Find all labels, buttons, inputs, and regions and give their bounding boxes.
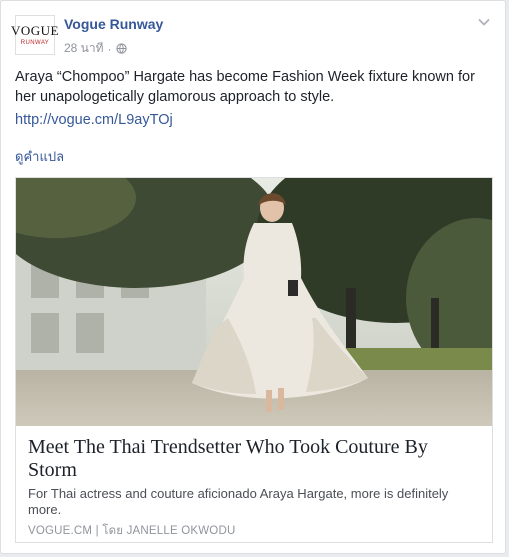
- meta-separator: ·: [107, 41, 112, 56]
- page-name-link[interactable]: Vogue Runway: [64, 16, 163, 32]
- post-timestamp[interactable]: 28 นาที: [64, 39, 104, 58]
- chevron-down-icon[interactable]: [477, 15, 491, 29]
- runway-photo: [16, 178, 492, 426]
- card-description: For Thai actress and couture aficionado …: [28, 486, 449, 517]
- post-meta: 28 นาที ·: [64, 39, 127, 58]
- card-source: VOGUE.CM | โดย JANELLE OKWODU: [28, 525, 236, 537]
- post-short-link[interactable]: http://vogue.cm/L9ayTOj: [15, 112, 173, 128]
- card-title[interactable]: Meet The Thai Trendsetter Who Took Coutu…: [28, 436, 480, 482]
- post-body-text: Araya “Chompoo” Hargate has become Fashi…: [15, 69, 475, 105]
- see-translation-link[interactable]: ดูคำแปล: [15, 146, 64, 167]
- globe-icon[interactable]: [115, 43, 127, 54]
- avatar-logo-text: VOGUE: [11, 22, 59, 38]
- card-image[interactable]: [16, 178, 492, 426]
- post-card: VOGUE RUNWAY Vogue Runway 28 นาที · Aray…: [0, 0, 506, 554]
- link-preview-card[interactable]: Meet The Thai Trendsetter Who Took Coutu…: [15, 177, 493, 543]
- avatar-logo-subtext: RUNWAY: [20, 39, 50, 46]
- page-avatar[interactable]: VOGUE RUNWAY: [11, 15, 59, 55]
